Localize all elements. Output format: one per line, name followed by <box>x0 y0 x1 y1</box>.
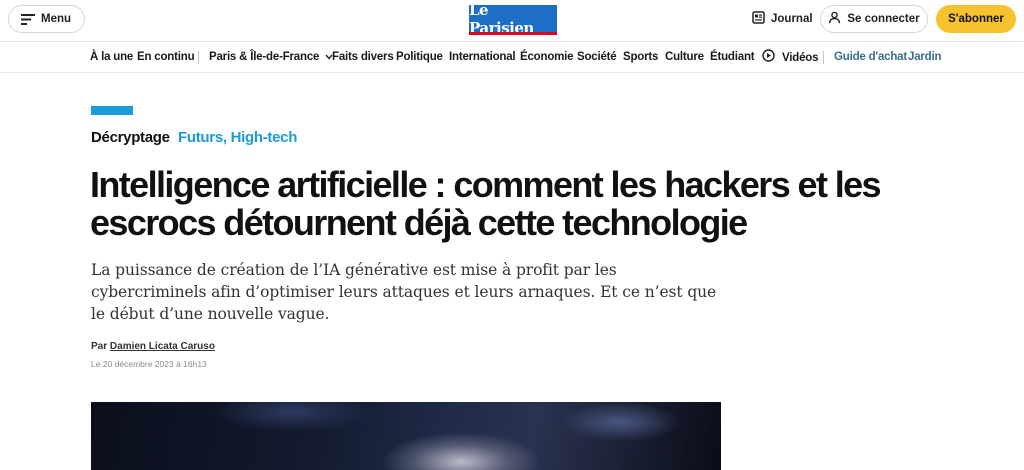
nav-item-paris-idf-label: Paris & Île-de-France <box>209 51 320 64</box>
subscribe-button[interactable]: S'abonner <box>936 5 1016 33</box>
article-standfirst: La puissance de création de l’IA générat… <box>91 261 717 323</box>
nav-item-paris-idf[interactable]: Paris & Île-de-France <box>209 51 333 63</box>
signin-label: Se connecter <box>847 13 920 25</box>
image-light-blur <box>211 402 371 432</box>
nav-separator <box>823 51 824 64</box>
nav-item-guide-achat[interactable]: Guide d'achat <box>834 51 907 63</box>
nav-item-economie[interactable]: Économie <box>520 51 574 63</box>
byline-prefix: Par <box>91 341 108 352</box>
main-nav: À la une En continu Paris & Île-de-Franc… <box>0 42 1024 72</box>
article-byline: Par Damien Licata Caruso <box>91 341 215 352</box>
nav-item-en-continu[interactable]: En continu <box>137 51 195 63</box>
nav-item-faits-divers[interactable]: Faits divers <box>332 51 394 63</box>
journal-label: Journal <box>771 13 813 25</box>
user-icon <box>828 11 841 27</box>
signin-button[interactable]: Se connecter <box>820 5 928 33</box>
nav-item-videos-label: Vidéos <box>782 52 819 65</box>
article-category-link[interactable]: Futurs, High-tech <box>178 129 297 146</box>
publish-date: Le 20 décembre 2023 à 16h13 <box>91 359 207 369</box>
accent-bar <box>91 106 133 115</box>
logo-text: Le Parisien <box>469 0 534 37</box>
subscribe-label: S'abonner <box>948 13 1004 25</box>
article-hero-image <box>91 402 721 470</box>
author-link[interactable]: Damien Licata Caruso <box>110 341 215 352</box>
article-kicker: Décryptage <box>91 129 170 146</box>
nav-item-politique[interactable]: Politique <box>396 51 443 63</box>
image-light-blur <box>561 402 681 442</box>
top-header: Menu Le Parisien Journal Se connecter S'… <box>0 0 1024 40</box>
article-headline: Intelligence artificielle : comment les … <box>90 164 882 243</box>
nav-item-videos[interactable]: Vidéos <box>762 49 819 65</box>
nav-item-a-la-une[interactable]: À la une <box>90 51 133 63</box>
nav-item-jardin[interactable]: Jardin <box>908 51 942 63</box>
nav-divider <box>0 72 1024 73</box>
journal-link[interactable]: Journal <box>752 11 813 27</box>
menu-label: Menu <box>41 13 72 25</box>
hamburger-icon <box>21 13 35 25</box>
play-circle-icon <box>762 49 775 65</box>
nav-separator <box>198 51 199 64</box>
newspaper-icon <box>752 11 765 27</box>
nav-item-international[interactable]: International <box>449 51 516 63</box>
image-hand-highlight <box>381 432 541 470</box>
menu-button[interactable]: Menu <box>8 5 86 33</box>
nav-item-societe[interactable]: Société <box>577 51 617 63</box>
nav-item-etudiant[interactable]: Étudiant <box>710 51 755 63</box>
site-logo[interactable]: Le Parisien <box>469 1 557 37</box>
nav-item-culture[interactable]: Culture <box>665 51 704 63</box>
nav-item-sports[interactable]: Sports <box>623 51 658 63</box>
